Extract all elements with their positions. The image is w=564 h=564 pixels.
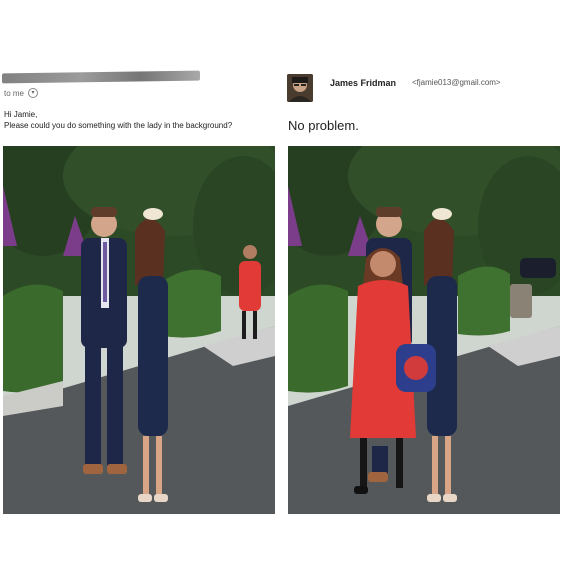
chevron-down-icon[interactable]: ▾ (28, 88, 39, 98)
recipient-label: to me (4, 88, 25, 98)
sender-email[interactable]: <fjamie013@gmail.com> (412, 78, 501, 87)
request-text: Please could you do something with the l… (4, 121, 233, 130)
greeting-text: Hi Jamie, (4, 110, 38, 119)
email-body: Hi Jamie, Please could you do something … (4, 109, 286, 131)
redacted-sender-name (2, 70, 200, 84)
recipient-line[interactable]: to me ▾ (4, 88, 39, 98)
edited-photo[interactable] (288, 146, 560, 514)
sender-name: James Fridman (330, 78, 397, 88)
sender-avatar[interactable] (287, 74, 313, 102)
reply-text: No problem. (288, 118, 359, 133)
original-photo[interactable] (3, 146, 275, 514)
